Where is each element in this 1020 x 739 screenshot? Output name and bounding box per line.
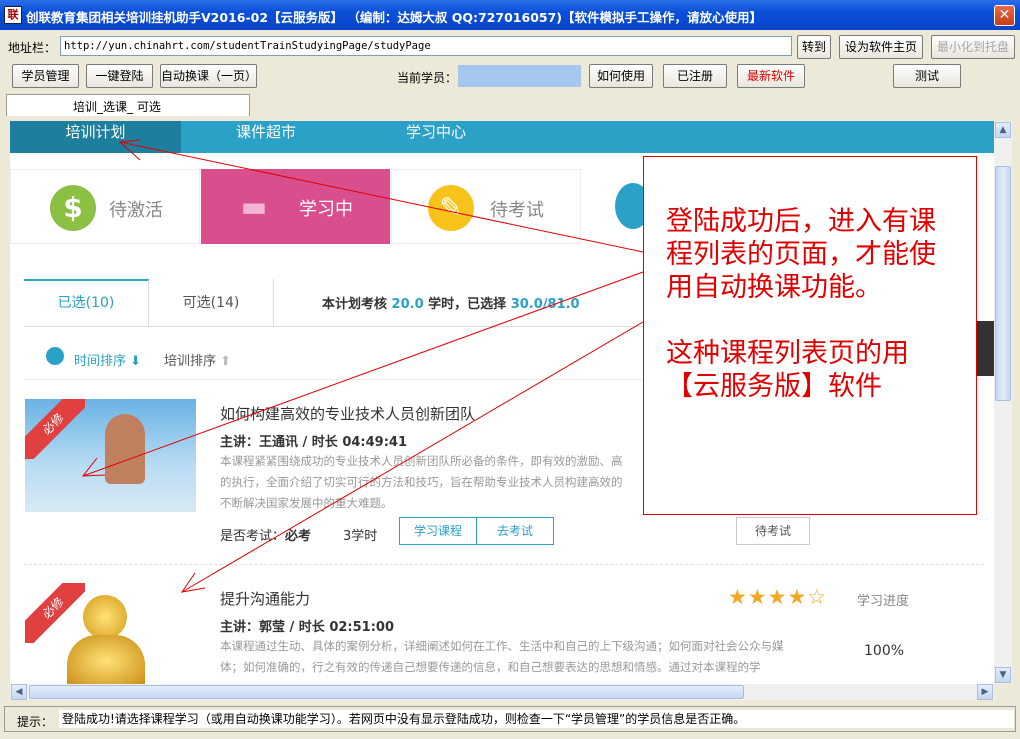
auto-switch-course-button[interactable]: 自动换课（一页） xyxy=(160,64,257,88)
tab-selected[interactable]: 已选(10) xyxy=(24,279,149,327)
course-2-lecturer: 主讲：郭莹 / 时长 02:51:00 xyxy=(220,620,394,635)
study-course-button[interactable]: 学习课程 xyxy=(399,517,477,545)
course-1-hours: 3学时 xyxy=(343,529,378,544)
course-1-title[interactable]: 如何构建高效的专业技术人员创新团队 xyxy=(220,403,475,424)
tile-label: 待激活 xyxy=(109,200,163,221)
course-2-title[interactable]: 提升沟通能力 xyxy=(220,588,310,609)
course-2-desc-1: 本课程通过生动、具体的案例分析，详细阐述如何在工作、生活中和自己的上下级沟通；如… xyxy=(220,639,784,653)
course-divider xyxy=(24,564,984,565)
one-click-login-button[interactable]: 一键登陆 xyxy=(86,64,153,88)
vertical-scroll-thumb[interactable] xyxy=(995,166,1011,401)
scroll-right-icon[interactable]: ▶ xyxy=(977,684,993,700)
required-badge-label: 必修 xyxy=(25,583,85,643)
plan-summary: 本计划考核 20.0 学时，已选择 30.0/81.0 xyxy=(322,293,580,312)
callout-paragraph-1: 登陆成功后，进入有课程列表的页面，才能使用自动换课功能。 xyxy=(666,206,936,303)
scroll-up-icon[interactable]: ▲ xyxy=(995,122,1011,138)
annotation-callout: 登陆成功后，进入有课程列表的页面，才能使用自动换课功能。 这种课程列表页的用【云… xyxy=(643,156,977,515)
figure-head xyxy=(83,595,127,639)
nav-learning-center[interactable]: 学习中心 xyxy=(351,121,521,153)
nav-training-plan[interactable]: 培训计划 xyxy=(10,121,181,153)
how-to-use-button[interactable]: 如何使用 xyxy=(589,64,653,88)
hands-figure xyxy=(105,414,145,484)
tile-studying[interactable]: ▬ 学习中 xyxy=(201,169,390,244)
tab-optional[interactable]: 可选(14) xyxy=(149,279,274,327)
app-icon: 联 xyxy=(4,6,22,24)
document-tab-label: 培训_选课_ 可选 xyxy=(73,100,161,114)
summary-prefix: 本计划考核 xyxy=(322,297,388,312)
site-nav: 培训计划 课件超市 学习中心 xyxy=(10,121,994,153)
course-2-desc-2: 体；如何准确的，行之有效的传递自己想要传递的信息，和自己想要表达的思想和情感。通… xyxy=(220,660,761,674)
minimize-tray-button[interactable]: 最小化到托盘 xyxy=(931,35,1015,59)
registered-button[interactable]: 已注册 xyxy=(663,64,727,88)
current-student-label: 当前学员： xyxy=(397,71,458,85)
pending-exam-button[interactable]: 待考试 xyxy=(736,517,810,545)
tile-pending-activation[interactable]: $ 待激活 xyxy=(10,169,200,244)
nav-courseware-market[interactable]: 课件超市 xyxy=(181,121,351,153)
side-float-panel[interactable] xyxy=(976,321,994,376)
sort-by-time-label: 时间排序 xyxy=(74,354,127,369)
set-home-button[interactable]: 设为软件主页 xyxy=(839,35,923,59)
rating-stars: ★★★★☆ xyxy=(728,585,828,609)
book-icon: ▬ xyxy=(240,190,268,223)
course-1-desc-1: 本课程紧紧围绕成功的专业技术人员创新团队所必备的条件，即有效的激励、高 xyxy=(220,454,623,468)
tile-pending-exam[interactable]: ✎ 待考试 xyxy=(391,169,581,244)
dollar-icon: $ xyxy=(50,185,96,231)
student-management-button[interactable]: 学员管理 xyxy=(12,64,79,88)
required-badge-label: 必修 xyxy=(25,399,85,459)
sort-by-training[interactable]: 培训排序 ⬆ xyxy=(164,350,231,369)
test-button[interactable]: 测试 xyxy=(893,64,961,88)
latest-software-button[interactable]: 最新软件 xyxy=(737,64,805,88)
course-1-lecturer: 主讲：王通讯 / 时长 04:49:41 xyxy=(220,435,407,450)
clock-icon xyxy=(46,347,64,365)
course-1-desc-2: 的执行，全面介绍了切实可行的方法和技巧，旨在帮助专业技术人员构建高效的 xyxy=(220,475,623,489)
horizontal-scroll-thumb[interactable] xyxy=(29,685,744,699)
pencil-icon: ✎ xyxy=(428,185,474,231)
sort-by-training-label: 培训排序 xyxy=(164,354,217,369)
current-student-field[interactable] xyxy=(458,65,581,87)
status-bar: 提示： 登陆成功!请选择课程学习（或用自动换课功能学习）。若网页中没有显示登陆成… xyxy=(4,706,1016,732)
exam-value: 必考 xyxy=(285,529,312,544)
callout-paragraph-2: 这种课程列表页的用【云服务版】软件 xyxy=(666,338,909,402)
tile-label: 待考试 xyxy=(490,200,544,221)
address-label: 地址栏： xyxy=(8,41,57,55)
hours-selected: 30.0/81.0 xyxy=(510,297,580,312)
hours-required: 20.0 xyxy=(391,297,424,312)
summary-mid: 学时，已选择 xyxy=(428,297,507,312)
required-badge: 必修 xyxy=(25,583,85,643)
vertical-scrollbar[interactable]: ▲ ▼ xyxy=(994,121,1012,684)
close-button[interactable]: ✕ xyxy=(994,5,1015,26)
progress-value: 100% xyxy=(864,643,905,659)
scroll-left-icon[interactable]: ◀ xyxy=(11,684,27,700)
scroll-down-icon[interactable]: ▼ xyxy=(995,667,1011,683)
required-badge: 必修 xyxy=(25,399,85,459)
tile-label: 学习中 xyxy=(299,199,353,220)
sort-by-time[interactable]: 时间排序 ⬇ xyxy=(74,350,141,369)
course-1-desc-3: 不断解决国家发展中的重大难题。 xyxy=(220,496,393,510)
progress-label: 学习进度 xyxy=(857,594,910,609)
address-input[interactable]: http://yun.chinahrt.com/studentTrainStud… xyxy=(60,36,792,56)
window-title: 创联教育集团相关培训挂机助手V2016-02【云服务版】 （编制：达姆大叔 QQ… xyxy=(26,10,762,25)
document-tab[interactable]: 培训_选课_ 可选 xyxy=(6,94,250,116)
title-bar: 联 创联教育集团相关培训挂机助手V2016-02【云服务版】 （编制：达姆大叔 … xyxy=(0,0,1020,30)
go-exam-button[interactable]: 去考试 xyxy=(476,517,554,545)
status-text: 登陆成功!请选择课程学习（或用自动换课功能学习）。若网页中没有显示登陆成功，则检… xyxy=(59,710,1014,728)
course-1-exam: 是否考试：必考 xyxy=(220,525,311,544)
status-label: 提示： xyxy=(17,715,54,729)
horizontal-scrollbar[interactable]: ◀ ▶ xyxy=(10,684,994,700)
exam-label: 是否考试： xyxy=(220,529,286,544)
go-button[interactable]: 转到 xyxy=(797,35,831,59)
